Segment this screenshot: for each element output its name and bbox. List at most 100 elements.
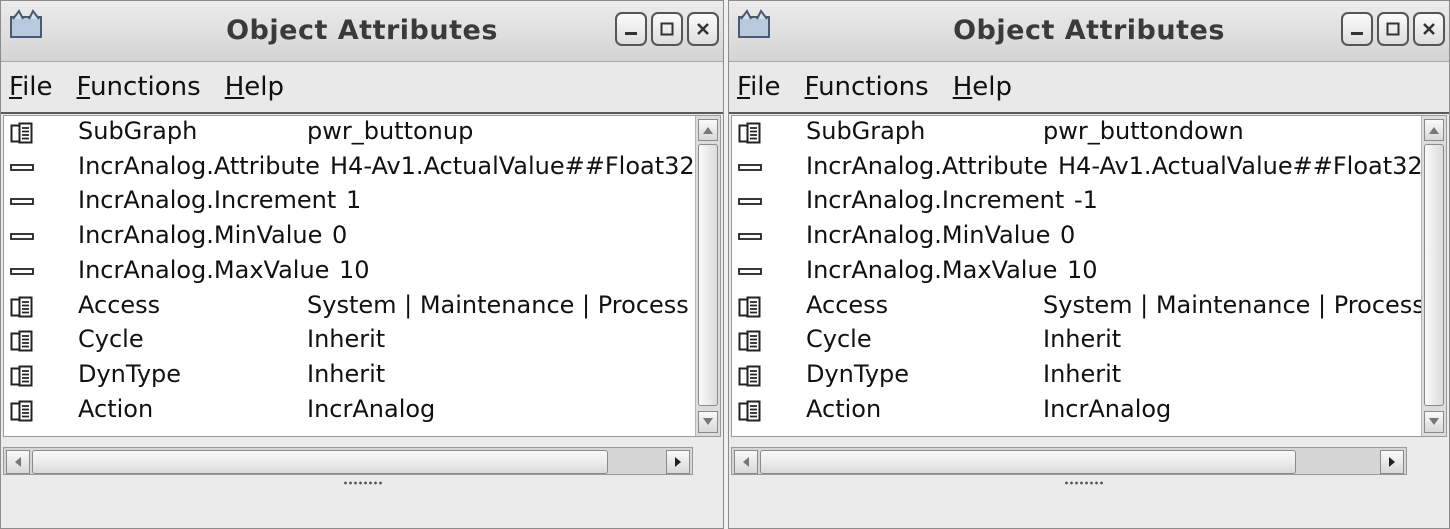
horizontal-scrollbar[interactable]	[731, 447, 1407, 475]
arrow-right-icon	[675, 457, 681, 467]
attribute-name: SubGraph	[78, 117, 198, 145]
arrow-left-icon	[743, 457, 749, 467]
maximize-button[interactable]	[1377, 12, 1409, 46]
vertical-scroll-thumb[interactable]	[1424, 144, 1444, 406]
dash-icon	[738, 261, 762, 283]
dash-icon	[738, 191, 762, 213]
scroll-right-button[interactable]	[666, 450, 690, 474]
menu-help[interactable]: Help	[213, 72, 296, 102]
scroll-down-button[interactable]	[1424, 411, 1444, 433]
object-attributes-window-left: Object Attributes File Functions Help Su…	[0, 0, 724, 529]
menu-functions[interactable]: Functions	[65, 72, 213, 102]
attribute-row[interactable]: Action IncrAnalog	[732, 394, 1446, 429]
arrow-down-icon	[703, 418, 713, 425]
close-icon	[697, 23, 709, 35]
menu-bar: File Functions Help	[1, 62, 723, 114]
attribute-name: Access	[78, 290, 161, 319]
folder-icon	[10, 296, 34, 318]
attribute-value: 0	[332, 221, 348, 250]
attribute-list[interactable]: SubGraph pwr_buttondown IncrAnalog.Attribu…	[731, 115, 1447, 437]
attribute-row[interactable]: IncrAnalog.Attribute H4-Av1.ActualValue##…	[4, 151, 720, 186]
vertical-scrollbar[interactable]	[695, 116, 720, 436]
vertical-scrollbar[interactable]	[1421, 116, 1446, 436]
attribute-row[interactable]: Access System | Maintenance | Process	[732, 290, 1446, 325]
dash-icon	[10, 226, 34, 248]
horizontal-scroll-thumb[interactable]	[760, 450, 1296, 474]
folder-icon	[10, 122, 34, 144]
attribute-value: Inherit	[1043, 359, 1122, 388]
attribute-name: IncrAnalog.MinValue	[806, 221, 1051, 250]
attribute-row[interactable]: Cycle Inherit	[732, 324, 1446, 359]
attribute-name: IncrAnalog.Increment	[78, 186, 337, 215]
attribute-list[interactable]: SubGraph pwr_buttonup IncrAnalog.Attribute…	[3, 115, 721, 437]
attribute-value: -1	[1074, 186, 1098, 215]
attribute-row[interactable]: IncrAnalog.MinValue 0	[4, 220, 720, 255]
scroll-left-button[interactable]	[6, 450, 30, 474]
maximize-button[interactable]	[651, 12, 683, 46]
attribute-value: Inherit	[307, 359, 386, 388]
attribute-row[interactable]: IncrAnalog.MaxValue 10	[4, 255, 720, 290]
folder-icon	[10, 330, 34, 352]
close-button[interactable]	[1413, 12, 1445, 46]
attribute-name: Cycle	[78, 325, 144, 354]
menu-file[interactable]: File	[1, 72, 65, 102]
title-bar[interactable]: Object Attributes	[729, 1, 1449, 62]
attribute-row[interactable]: SubGraph pwr_buttonup	[4, 116, 720, 151]
horizontal-scrollbar[interactable]	[3, 447, 693, 475]
dash-icon	[738, 157, 762, 179]
arrow-up-icon	[1429, 127, 1439, 134]
minimize-button[interactable]	[615, 12, 647, 46]
scroll-right-button[interactable]	[1380, 450, 1404, 474]
attribute-value: IncrAnalog	[1043, 394, 1172, 423]
attribute-row[interactable]: Action IncrAnalog	[4, 394, 720, 429]
attribute-name: IncrAnalog.MinValue	[78, 221, 323, 250]
folder-icon	[10, 400, 34, 422]
folder-icon	[738, 296, 762, 318]
attribute-name: IncrAnalog.Attribute	[78, 151, 320, 180]
attribute-value: 10	[1067, 255, 1098, 284]
minimize-icon	[625, 32, 637, 35]
object-attributes-window-right: Object Attributes File Functions Help Su…	[728, 0, 1450, 529]
attribute-row[interactable]: IncrAnalog.MaxValue 10	[732, 255, 1446, 290]
menu-file[interactable]: File	[729, 72, 793, 102]
attribute-name: IncrAnalog.MaxValue	[78, 255, 330, 284]
attribute-row[interactable]: IncrAnalog.Increment -1	[732, 185, 1446, 220]
attribute-value: H4-Av1.ActualValue##Float32	[1058, 151, 1423, 180]
scroll-down-button[interactable]	[698, 411, 718, 433]
attribute-value: 10	[339, 255, 370, 284]
scroll-left-button[interactable]	[734, 450, 758, 474]
attribute-value: pwr_buttonup	[307, 117, 474, 145]
attribute-row[interactable]: IncrAnalog.Increment 1	[4, 185, 720, 220]
dash-icon	[10, 157, 34, 179]
attribute-row[interactable]: Access System | Maintenance | Process	[4, 290, 720, 325]
attribute-name: IncrAnalog.MaxValue	[806, 255, 1058, 284]
vertical-scroll-thumb[interactable]	[698, 144, 718, 406]
minimize-button[interactable]	[1341, 12, 1373, 46]
scroll-up-button[interactable]	[1424, 119, 1444, 141]
folder-icon	[738, 400, 762, 422]
attribute-value: Inherit	[307, 325, 386, 354]
maximize-icon	[1386, 22, 1400, 36]
attribute-row[interactable]: IncrAnalog.MinValue 0	[732, 220, 1446, 255]
attribute-value: IncrAnalog	[307, 394, 436, 423]
attribute-row[interactable]: DynType Inherit	[4, 359, 720, 394]
attribute-value: Inherit	[1043, 325, 1122, 354]
attribute-row[interactable]: Cycle Inherit	[4, 324, 720, 359]
menu-functions[interactable]: Functions	[793, 72, 941, 102]
scroll-up-button[interactable]	[698, 119, 718, 141]
attribute-name: Action	[78, 394, 154, 423]
close-button[interactable]	[687, 12, 719, 46]
menu-help[interactable]: Help	[941, 72, 1024, 102]
title-bar[interactable]: Object Attributes	[1, 1, 723, 62]
attribute-row[interactable]: DynType Inherit	[732, 359, 1446, 394]
horizontal-scroll-thumb[interactable]	[32, 450, 608, 474]
attribute-value: System | Maintenance | Process	[1043, 290, 1425, 319]
attribute-row[interactable]: SubGraph pwr_buttondown	[732, 116, 1446, 151]
resize-grip[interactable]	[343, 479, 383, 487]
resize-grip[interactable]	[1064, 479, 1104, 487]
arrow-up-icon	[703, 127, 713, 134]
attribute-row[interactable]: IncrAnalog.Attribute H4-Av1.ActualValue##…	[732, 151, 1446, 186]
arrow-down-icon	[1429, 418, 1439, 425]
close-icon	[1423, 23, 1435, 35]
attribute-value: pwr_buttondown	[1043, 117, 1244, 145]
